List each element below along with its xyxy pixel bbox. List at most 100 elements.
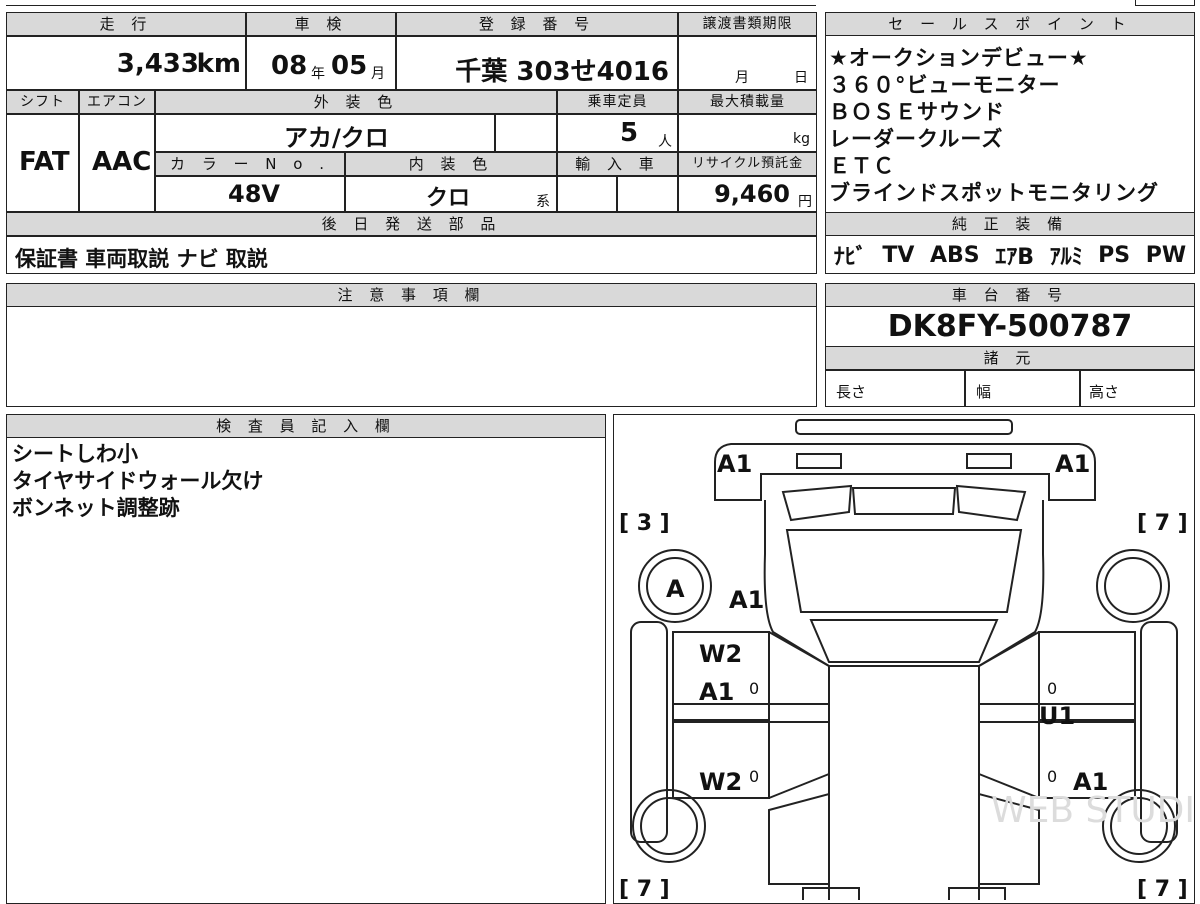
recycle-cell: 9,460 円: [678, 176, 817, 212]
interior-header: 内 装 色: [345, 152, 557, 176]
left-pillars: [768, 631, 830, 799]
recycle-header: リサイクル預託金: [678, 152, 817, 176]
max-load-unit: kg: [793, 131, 810, 147]
registration-value: 千葉 303せ4016: [455, 57, 669, 87]
mark-front-right: A1: [1055, 450, 1090, 478]
sales-point-item: ★オークションデビュー★: [829, 46, 1089, 70]
front-end: [714, 443, 1096, 501]
interior-cell: クロ 系: [345, 176, 557, 212]
spec-length-cell: 長さ: [825, 370, 965, 407]
specs-header: 諸 元: [825, 346, 1195, 370]
tire-tr-rating: [ 7 ]: [1137, 511, 1188, 536]
max-load-header: 最大積載量: [678, 90, 817, 114]
sales-point-item: レーダークルーズ: [829, 127, 1004, 151]
aircon-cell: AAC: [79, 114, 155, 212]
color-no-value: 48V: [228, 180, 280, 208]
later-parts-header: 後 日 発 送 部 品: [6, 212, 817, 236]
sales-point-item: ３６０°ビューモニター: [829, 73, 1061, 97]
inspector-note-line: ボンネット調整跡: [12, 496, 180, 520]
watermark: WEB STUDIO PRO: [991, 790, 1195, 831]
spec-height-cell: 高さ: [1080, 370, 1195, 407]
wheel-front-right-inner: [1104, 557, 1162, 615]
sales-point-item: ＥＴＣ: [829, 154, 895, 178]
sales-points-list: ★オークションデビュー★ ３６０°ビューモニター ＢＯＳＥサウンド レーダークル…: [829, 45, 1191, 207]
rear-bumper-left: [802, 887, 860, 900]
capacity-cell: 5 人: [557, 114, 678, 152]
wheel-rear-left-inner: [640, 797, 698, 855]
spec-width-label: 幅: [976, 383, 992, 401]
exterior-header: 外 装 色: [155, 90, 557, 114]
top-border-stub-right: [1135, 0, 1195, 6]
headlight-right: [955, 484, 1027, 522]
sales-point-item: ＢＯＳＥサウンド: [829, 100, 1005, 124]
roof: [828, 665, 980, 900]
transfer-month-unit: 月: [735, 70, 749, 86]
mark-door-rear-left: W2: [699, 768, 742, 796]
sales-points-header: セ ー ル ス ポ イ ン ト: [825, 12, 1195, 36]
shift-cell: FAT: [6, 114, 79, 212]
tire-bl-rating: [ 7 ]: [619, 877, 670, 900]
registration-header: 登 録 番 号: [396, 12, 678, 36]
tire-br-rating: [ 7 ]: [1137, 877, 1188, 900]
inspection-month: 05: [331, 51, 368, 81]
color-no-header: カ ラ ー N o .: [155, 152, 345, 176]
shift-header: シフト: [6, 90, 79, 114]
mark-door-front-left-1: W2: [699, 640, 742, 668]
shift-value: FAT: [19, 147, 70, 177]
equipment-item: ｴｱB: [995, 245, 1034, 270]
mark-door-front-left-2: A1: [699, 678, 734, 706]
capacity-value: 5: [620, 118, 639, 148]
inspector-notes: シートしわ小 タイヤサイドウォール欠け ボンネット調整跡: [12, 441, 592, 522]
equipment-item: PW: [1145, 242, 1187, 268]
import-header: 輸 入 車: [557, 152, 678, 176]
front-light-right: [966, 453, 1012, 469]
import-cell-a: [557, 176, 617, 212]
zero-mark: 0: [1047, 679, 1057, 698]
inspector-header: 検 査 員 記 入 欄: [6, 414, 606, 438]
rear-bumper-right: [948, 887, 1006, 900]
mileage-cell: 3,433 km: [6, 36, 246, 90]
inspection-month-unit: 月: [371, 66, 385, 82]
inspection-year: 08: [271, 51, 308, 81]
grille: [851, 487, 957, 515]
mileage-value: 3,433: [116, 49, 199, 79]
mileage-header: 走 行: [6, 12, 246, 36]
later-parts-cell: 保証書 車両取説 ナビ 取説: [6, 236, 817, 274]
spec-width-cell: 幅: [965, 370, 1080, 407]
wheel-rear-left-outer: [632, 789, 706, 863]
mileage-unit: km: [196, 49, 241, 79]
transfer-day-unit: 日: [794, 70, 808, 86]
exterior-extra-cell: [495, 114, 557, 152]
recycle-unit: 円: [798, 194, 812, 210]
tire-tl-rating: [ 3 ]: [619, 511, 670, 536]
equipment-item: TV: [882, 242, 915, 268]
inspector-note-line: シートしわ小: [12, 442, 138, 466]
inspection-year-unit: 年: [311, 66, 325, 82]
equipment-item: ABS: [930, 242, 980, 268]
spec-height-label: 高さ: [1089, 383, 1120, 401]
top-border-stub: [6, 0, 816, 6]
mark-door-rear-right: A1: [1073, 768, 1108, 796]
interior-value: クロ: [426, 186, 471, 211]
aircon-header: エアコン: [79, 90, 155, 114]
equipment-item: PS: [1098, 242, 1131, 268]
later-parts-value: 保証書 車両取説 ナビ 取説: [15, 247, 268, 271]
spec-length-label: 長さ: [836, 383, 867, 401]
inspection-cell: 08 年 05 月: [246, 36, 396, 90]
registration-cell: 千葉 303せ4016: [396, 36, 678, 90]
interior-suffix: 系: [536, 194, 550, 210]
recycle-value: 9,460: [714, 180, 790, 208]
mark-front-left: A1: [717, 450, 752, 478]
sales-point-item: ブラインドスポットモニタリング: [829, 181, 1159, 205]
exterior-value: アカ/クロ: [284, 124, 389, 152]
capacity-header: 乗車定員: [557, 90, 678, 114]
windshield: [809, 619, 999, 663]
wheel-front-right-outer: [1096, 549, 1170, 623]
front-light-left: [796, 453, 842, 469]
max-load-cell: kg: [678, 114, 817, 152]
inspector-note-line: タイヤサイドウォール欠け: [12, 469, 264, 493]
zero-mark: 0: [1047, 767, 1057, 786]
zero-mark: 0: [749, 767, 759, 786]
equipment-header: 純 正 装 備: [825, 212, 1195, 236]
mark-wheel-front-left: A: [666, 575, 685, 603]
